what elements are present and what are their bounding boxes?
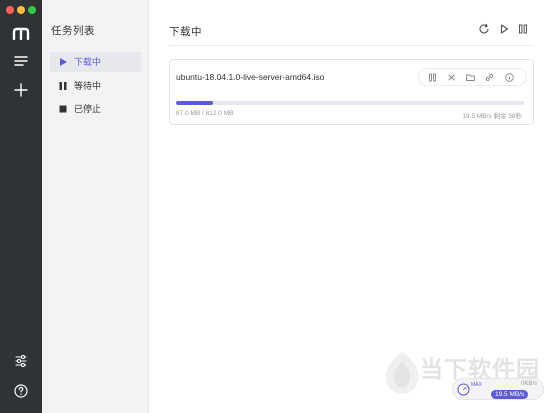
folder-icon[interactable] (465, 72, 476, 83)
pause-icon (59, 82, 67, 90)
task-name: ubuntu-18.04.1.0-live-server-amd64.iso (176, 72, 325, 82)
task-speed-remaining: 19.5 MB/s 剩余 38秒 (462, 113, 522, 120)
icon-rail (0, 0, 42, 413)
sidebar-item-label: 等待中 (74, 81, 102, 91)
resume-all-icon[interactable] (497, 22, 511, 36)
progress-bar (176, 101, 524, 105)
maximize-window-button[interactable] (28, 6, 36, 14)
help-icon[interactable] (11, 381, 31, 401)
link-icon[interactable] (484, 72, 495, 83)
sidebar-item-label: 下载中 (74, 57, 102, 67)
sidebar-item-waiting[interactable]: 等待中 (50, 76, 141, 96)
close-window-button[interactable] (6, 6, 14, 14)
speed-indicator[interactable]: MAX 0KB/s 19.5 MB/s (452, 378, 544, 400)
sidebar-item-label: 已停止 (74, 104, 102, 114)
download-speed: 19.5 MB/s (491, 390, 529, 399)
page-title: 下载中 (169, 26, 202, 38)
speedometer-icon (457, 383, 470, 396)
info-icon[interactable] (504, 72, 515, 83)
add-icon[interactable] (11, 80, 31, 100)
preferences-icon[interactable] (11, 351, 31, 371)
stop-icon (59, 105, 67, 113)
menu-icon[interactable] (11, 51, 31, 71)
upload-speed: 0KB/s (521, 381, 538, 387)
sidebar-item-downloading[interactable]: 下载中 (50, 52, 141, 72)
sidebar-title: 任务列表 (51, 25, 95, 37)
minimize-window-button[interactable] (17, 6, 25, 14)
app-logo-icon (12, 27, 30, 41)
task-category-sidebar: 任务列表 下载中 等待中 已停止 (42, 0, 149, 413)
refresh-icon[interactable] (477, 22, 491, 36)
play-icon (60, 58, 67, 66)
progress-bar-fill (176, 101, 214, 105)
upload-limit-label: MAX (471, 382, 482, 388)
task-size: 87.0 MB / 812.0 MB (176, 110, 234, 117)
pause-all-icon[interactable] (516, 22, 530, 36)
sidebar-item-stopped[interactable]: 已停止 (50, 99, 141, 119)
header-divider (169, 45, 534, 46)
task-item[interactable]: ubuntu-18.04.1.0-live-server-amd64.iso 8… (169, 59, 534, 125)
delete-icon[interactable] (446, 72, 457, 83)
task-actions (418, 68, 527, 86)
pause-icon[interactable] (427, 72, 438, 83)
